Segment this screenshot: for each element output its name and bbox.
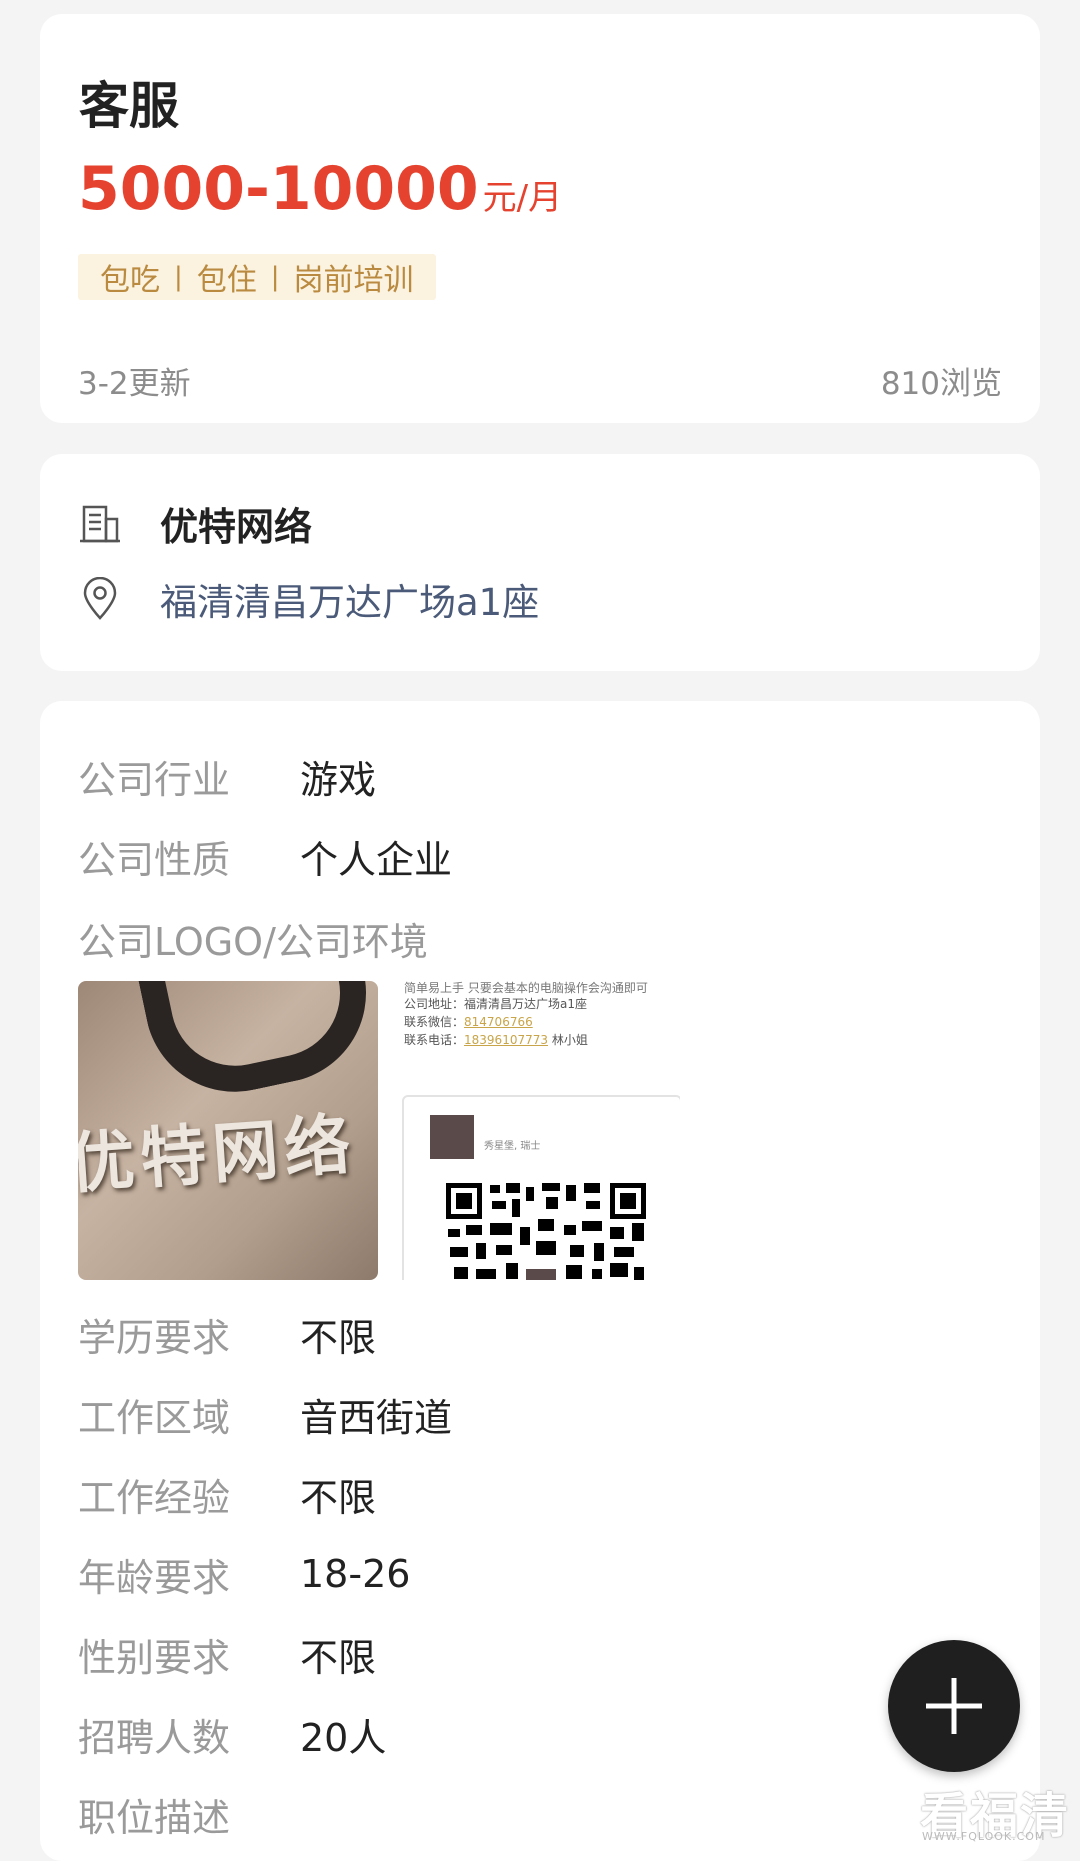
flyer-text: 简单易上手 只要会基本的电脑操作会沟通即可 (404, 981, 648, 995)
company-row[interactable]: 优特网络 (78, 496, 312, 551)
education-row: 学历要求 不限 (78, 1304, 376, 1364)
flyer-phone: 联系电话：18396107773 林小姐 (404, 1031, 588, 1048)
tag-meals: 包吃 (100, 263, 160, 298)
flyer-phone-value: 18396107773 (464, 1033, 548, 1047)
view-count: 810浏览 (880, 366, 1002, 402)
tag-housing: 包住 (196, 263, 257, 298)
education-value: 不限 (300, 1315, 377, 1360)
area-row: 工作区域 音西街道 (78, 1384, 452, 1444)
location-pin-icon (83, 577, 117, 620)
gallery-label: 公司LOGO/公司环境 (78, 920, 428, 964)
qr-code-icon (446, 1183, 646, 1280)
tag-separator: | (174, 262, 183, 292)
experience-label: 工作经验 (78, 1475, 231, 1520)
salary-unit: 元/月 (482, 178, 563, 218)
gender-row: 性别要求 不限 (78, 1624, 376, 1684)
description-row: 职位描述 (78, 1784, 300, 1844)
age-label: 年龄要求 (78, 1555, 231, 1600)
salary-range: 5000-10000 (78, 154, 479, 224)
company-card[interactable]: 优特网络 福清清昌万达广场a1座 (40, 454, 1040, 671)
company-photo[interactable]: 优特网络 (78, 981, 378, 1280)
photo-sign: 优特网络 (78, 1105, 359, 1203)
tag-training: 岗前培训 (293, 263, 414, 298)
job-summary-card: 客服 5000-10000 元/月 包吃 | 包住 | 岗前培训 3-2更新 81… (40, 14, 1040, 423)
nature-row: 公司性质 个人企业 (78, 826, 452, 886)
industry-label: 公司行业 (78, 757, 231, 802)
headcount-row: 招聘人数 20人 (78, 1704, 386, 1764)
add-button[interactable] (888, 1640, 1020, 1772)
flyer-wechat-value: 814706766 (464, 1015, 533, 1029)
flyer-phone-label: 联系电话： (404, 1033, 465, 1047)
headcount-label: 招聘人数 (78, 1715, 231, 1760)
flyer-wechat: 联系微信：814706766 (404, 1013, 533, 1030)
plus-icon (926, 1678, 982, 1734)
gender-value: 不限 (300, 1635, 377, 1680)
age-value: 18-26 (300, 1552, 411, 1596)
flyer-wechat-label: 联系微信： (404, 1015, 465, 1029)
watermark-url: WWW.FQLOOK.COM (922, 1830, 1046, 1843)
flyer-address: 公司地址：福清清昌万达广场a1座 (404, 997, 587, 1011)
tag-separator: | (270, 262, 280, 292)
building-icon (80, 505, 120, 542)
photo-shadow (135, 981, 378, 1109)
area-label: 工作区域 (78, 1395, 231, 1440)
avatar (430, 1115, 474, 1159)
industry-row: 公司行业 游戏 (78, 746, 376, 806)
age-row: 年龄要求 18-26 (78, 1544, 410, 1604)
update-date: 3-2更新 (78, 366, 191, 402)
education-label: 学历要求 (78, 1315, 231, 1360)
benefit-tags: 包吃 | 包住 | 岗前培训 (78, 254, 436, 300)
description-label: 职位描述 (78, 1795, 231, 1840)
flyer-contact: 林小姐 (551, 1033, 588, 1047)
experience-value: 不限 (300, 1475, 377, 1520)
company-address[interactable]: 福清清昌万达广场a1座 (160, 572, 539, 626)
gender-label: 性别要求 (78, 1635, 231, 1680)
company-name[interactable]: 优特网络 (160, 496, 312, 551)
area-value: 音西街道 (300, 1395, 453, 1440)
nature-value: 个人企业 (300, 837, 453, 882)
experience-row: 工作经验 不限 (78, 1464, 376, 1524)
company-flyer-image[interactable]: 简单易上手 只要会基本的电脑操作会沟通即可 公司地址：福清清昌万达广场a1座 联… (400, 981, 680, 1280)
industry-value: 游戏 (300, 757, 377, 802)
headcount-value: 20人 (300, 1715, 387, 1760)
nature-label: 公司性质 (78, 837, 231, 882)
address-row[interactable]: 福清清昌万达广场a1座 (78, 572, 539, 626)
qr-card: 秀星堡, 瑞士 (402, 1095, 680, 1280)
salary: 5000-10000 元/月 (78, 154, 562, 224)
job-title: 客服 (79, 77, 179, 135)
qr-profile-name: 秀星堡, 瑞士 (484, 1141, 541, 1152)
